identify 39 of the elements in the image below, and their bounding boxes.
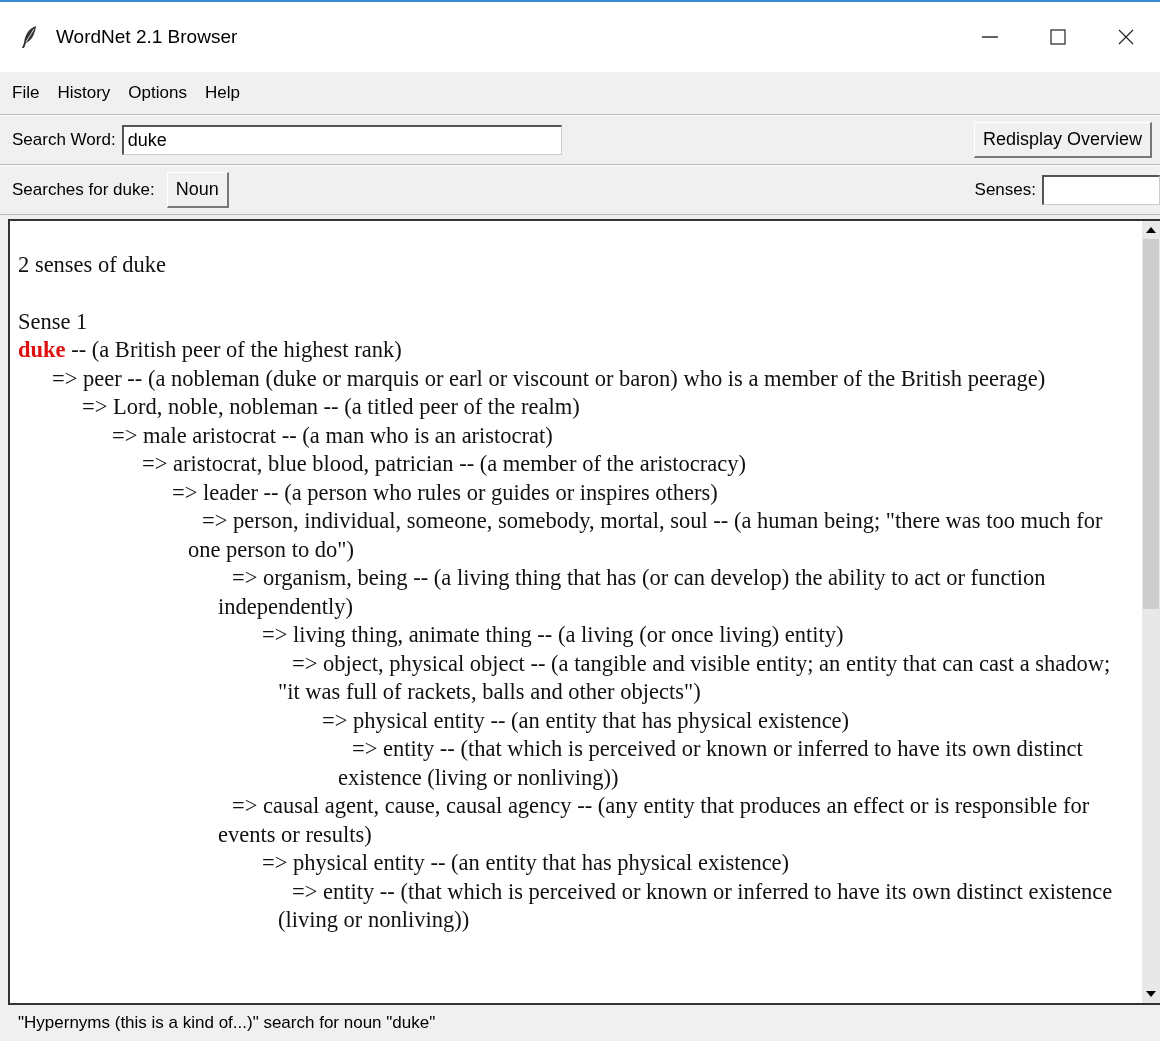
hypernym-entry: => aristocrat, blue blood, patrician -- (a member of the aristocracy): [141, 450, 747, 478]
senses-label: Senses:: [974, 180, 1036, 200]
maximize-icon: [1049, 28, 1067, 46]
menu-item[interactable]: History: [55, 81, 113, 105]
hypernym-entry: => male aristocrat -- (a man who is an aristocrat): [111, 421, 554, 450]
gloss-text: -- (a British peer of the highest rank): [70, 337, 402, 362]
window-title: WordNet 2.1 Browser: [56, 26, 238, 48]
menu-item[interactable]: File: [10, 81, 42, 105]
hypernym-entry: => organism, being -- (a living thing that has (or can develop) the ability to act or function independently): [218, 564, 1047, 621]
hypernym-entry: => peer -- (a nobleman (duke or marquis or earl or viscount or baron) who is a member of the British peerage): [51, 364, 1047, 393]
status-text: "Hypernyms (this is a kind of...)" search for noun "duke": [18, 1013, 436, 1033]
hypernym-entry: => causal agent, cause, causal agency -- (any entity that produces an effect or is responsible for events or results): [218, 792, 1091, 849]
hypernym-entry: => leader -- (a person who rules or guides or inspires others): [171, 478, 719, 507]
hypernym-entry: => entity -- (that which is perceived or known or inferred to have its own distinct existence (living or nonliving)): [338, 735, 1084, 792]
search-field[interactable]: duke: [121, 125, 562, 155]
minimize-icon: [982, 36, 998, 38]
redisplay-overview-button[interactable]: Redisplay Overview: [973, 122, 1152, 158]
close-icon: [1117, 28, 1135, 46]
menu-item[interactable]: Help: [202, 81, 242, 105]
headword: duke: [18, 337, 66, 362]
searches-label: Searches for duke:: [12, 180, 155, 200]
scroll-up-icon[interactable]: [1146, 227, 1156, 233]
hypernym-entry: => physical entity -- (an entity that has physical existence): [261, 849, 791, 877]
result-heading: 2 senses of duke: [18, 251, 168, 279]
hypernym-entry: => person, individual, someone, somebody, mortal, soul -- (a human being; "there was too much for one person to do"): [188, 507, 1104, 564]
scroll-down-icon[interactable]: [1146, 991, 1156, 997]
part-of-speech-button[interactable]: Noun: [166, 172, 229, 208]
sense-label: Sense 1: [18, 307, 89, 336]
senses-field[interactable]: [1042, 175, 1160, 205]
scroll-thumb[interactable]: [1143, 239, 1159, 609]
hypernym-entry: => entity -- (that which is perceived or known or inferred to have its own distinct existence (living or nonliving)): [278, 877, 1114, 934]
hypernym-entry: => living thing, animate thing -- (a living (or once living) entity): [261, 621, 845, 649]
feather-icon: [20, 25, 38, 49]
hypernym-entry: => physical entity -- (an entity that has physical existence): [321, 706, 851, 735]
hypernym-entry: => Lord, noble, nobleman -- (a titled peer of the realm): [81, 393, 581, 421]
menu-item[interactable]: Options: [126, 81, 189, 105]
scrollbar[interactable]: [1142, 221, 1160, 1003]
hypernym-entry: => object, physical object -- (a tangible and visible entity; an entity that can cast a shadow; "it was full of rackets, balls and other objects"): [278, 649, 1112, 706]
search-label: Search Word:: [12, 130, 116, 150]
